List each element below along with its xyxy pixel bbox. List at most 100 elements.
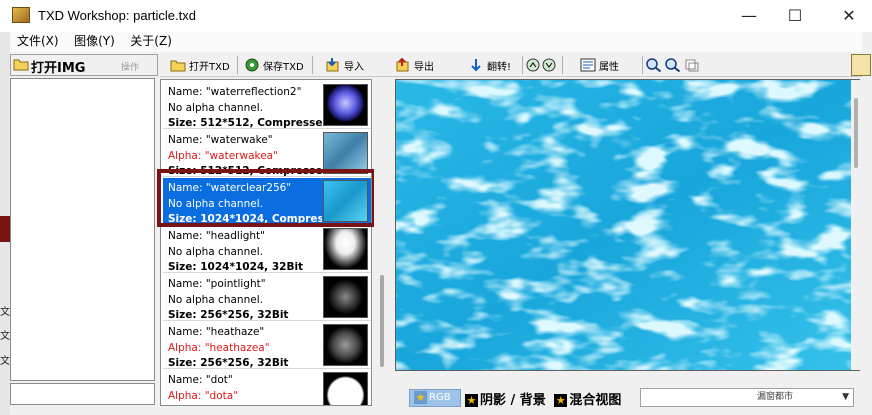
app-window: 名 文 文 文 TXD Workshop: particle.txd — ☐ ✕… <box>0 0 872 415</box>
maximize-button[interactable]: ☐ <box>772 0 818 32</box>
menu-about[interactable]: 关于(Z) <box>125 32 177 50</box>
export-button[interactable]: 导出 <box>395 55 434 75</box>
fit-icon[interactable] <box>684 58 700 72</box>
minimize-button[interactable]: — <box>726 0 772 32</box>
import-label: 导入 <box>344 61 364 73</box>
texture-item[interactable]: Name: "headlight" No alpha channel. Size… <box>163 226 371 273</box>
tab-shadow-background[interactable]: ★ 阴影 / 背景 <box>465 393 546 408</box>
img-select-combo[interactable]: 漏窗都市 ▼ <box>640 388 854 407</box>
toolbar: 打开TXD 保存TXD 导入 导出 翻转! 属性 <box>160 53 872 77</box>
texture-name: Name: "heathaze" <box>168 326 265 338</box>
flip-button[interactable]: 翻转! <box>468 55 511 75</box>
zoom-out-icon[interactable] <box>665 58 681 72</box>
texture-size: Size: 256*256, 32Bit <box>168 357 289 369</box>
texture-size: Size: 1024*1024, 32Bit <box>168 261 304 273</box>
texture-item-selected[interactable]: Name: "waterclear256" No alpha channel. … <box>163 178 371 225</box>
zoom-in-icon[interactable] <box>646 58 662 72</box>
texture-size: Size: 512*512, Compressed DXT3 <box>168 165 322 177</box>
texture-name: Name: "waterwake" <box>168 134 273 146</box>
export-label: 导出 <box>414 61 434 73</box>
app-icon <box>12 7 30 23</box>
texture-name: Name: "waterreflection2" <box>168 86 302 98</box>
texture-thumbnail <box>323 324 368 366</box>
background-glyph: 文 <box>0 307 10 318</box>
prev-next-buttons <box>526 55 559 75</box>
combo-value: 漏窗都市 <box>757 392 794 402</box>
toolbar-separator <box>312 56 313 74</box>
background-glyph: 文 <box>0 356 10 367</box>
chevron-down-icon: ▼ <box>842 392 849 402</box>
texture-name: Name: "waterclear256" <box>168 182 292 194</box>
menu-bar: 文件(X) 图像(Y) 关于(Z) <box>10 32 862 52</box>
toolbar-separator <box>642 56 643 74</box>
chevron-up-icon[interactable] <box>526 58 540 72</box>
toolbar-separator <box>562 56 563 74</box>
img-file-list[interactable] <box>10 78 155 381</box>
save-txd-button[interactable]: 保存TXD <box>244 55 304 75</box>
texture-item[interactable]: Name: "dot" Alpha: "dota" <box>163 370 371 405</box>
save-txd-label: 保存TXD <box>263 61 304 73</box>
texture-item[interactable]: Name: "pointlight" No alpha channel. Siz… <box>163 274 371 321</box>
title-bar: TXD Workshop: particle.txd — ☐ ✕ <box>0 0 872 32</box>
tab-mix-view[interactable]: ★ 混合视图 <box>550 393 621 408</box>
texture-preview <box>395 79 860 371</box>
open-img-bar[interactable]: 打开IMG 操作 <box>10 54 158 76</box>
tab-rgb-label: RGB <box>429 392 451 403</box>
texture-item[interactable]: Name: "waterwake" Alpha: "waterwakea" Si… <box>163 130 371 177</box>
texture-alpha: No alpha channel. <box>168 294 263 306</box>
chevron-down-icon[interactable] <box>542 58 556 72</box>
toolbar-separator <box>237 56 238 74</box>
properties-button[interactable]: 属性 <box>580 55 619 75</box>
view-tabs-bar: ★ RGB ★ 阴影 / 背景 ★ 混合视图 漏窗都市 ▼ <box>395 386 860 408</box>
menu-file[interactable]: 文件(X) <box>12 32 64 50</box>
img-status-field <box>10 383 155 405</box>
tab-rgb[interactable]: ★ RGB <box>409 389 461 407</box>
water-texture-image <box>396 80 859 370</box>
zoom-buttons <box>646 55 703 75</box>
open-txd-label: 打开TXD <box>189 61 230 73</box>
texture-size: Size: 256*256, 32Bit <box>168 309 289 321</box>
scrollbar-thumb[interactable] <box>380 275 384 367</box>
side-panel-button[interactable] <box>851 54 871 76</box>
texture-thumbnail <box>323 372 368 405</box>
import-button[interactable]: 导入 <box>325 55 364 75</box>
properties-label: 属性 <box>599 61 619 73</box>
tab-shadow-label: 阴影 / 背景 <box>480 393 546 408</box>
star-icon: ★ <box>554 394 568 407</box>
texture-thumbnail <box>323 84 368 126</box>
texture-size: Size: 512*512, Compressed DXT1 <box>168 117 322 129</box>
open-img-label: 打开IMG <box>31 61 86 76</box>
background-window-strip: 名 文 文 文 <box>0 0 10 415</box>
texture-alpha: No alpha channel. <box>168 198 263 210</box>
texture-alpha: Alpha: "dota" <box>168 390 239 402</box>
properties-icon <box>580 58 596 72</box>
menu-image[interactable]: 图像(Y) <box>69 32 120 50</box>
texture-item[interactable]: Name: "waterreflection2" No alpha channe… <box>163 82 371 129</box>
texture-alpha: Alpha: "heathazea" <box>168 342 270 354</box>
flip-label: 翻转! <box>487 61 512 73</box>
window-title: TXD Workshop: particle.txd <box>38 8 196 23</box>
texture-alpha: No alpha channel. <box>168 102 263 114</box>
texture-name: Name: "pointlight" <box>168 278 266 290</box>
disc-save-icon <box>245 58 259 72</box>
texture-item[interactable]: Name: "heathaze" Alpha: "heathazea" Size… <box>163 322 371 369</box>
texture-thumbnail <box>323 180 368 222</box>
texture-name: Name: "headlight" <box>168 230 265 242</box>
selection-marker-left <box>0 216 10 242</box>
texture-thumbnail <box>323 132 368 174</box>
arrow-down-icon <box>471 59 481 72</box>
texture-list-scrollbar[interactable] <box>374 79 391 406</box>
close-button[interactable]: ✕ <box>826 0 872 32</box>
open-txd-button[interactable]: 打开TXD <box>170 55 230 75</box>
tab-mix-label: 混合视图 <box>569 393 622 408</box>
texture-alpha: Alpha: "waterwakea" <box>168 150 278 162</box>
scrollbar-thumb[interactable] <box>854 98 858 168</box>
star-icon: ★ <box>465 394 478 407</box>
preview-scrollbar[interactable] <box>851 80 860 370</box>
folder-icon <box>13 59 29 71</box>
toolbar-separator <box>522 56 523 74</box>
texture-name: Name: "dot" <box>168 374 233 386</box>
window-right-edge <box>862 53 872 415</box>
folder-icon <box>170 60 186 72</box>
texture-list[interactable]: Name: "waterreflection2" No alpha channe… <box>160 79 372 406</box>
